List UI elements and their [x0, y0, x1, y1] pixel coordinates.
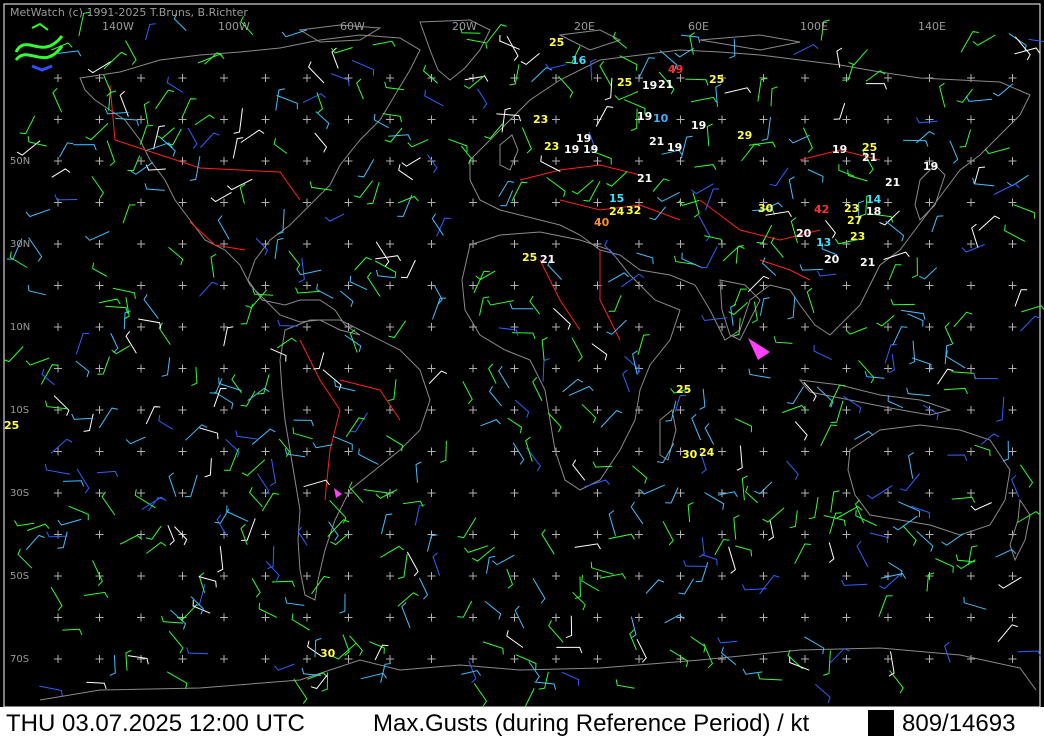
longitude-label: 140W: [102, 20, 134, 33]
gust-value[interactable]: 49: [668, 63, 683, 76]
gust-value[interactable]: 25: [709, 73, 724, 86]
longitude-label: 100W: [218, 20, 250, 33]
gust-value[interactable]: 19: [667, 141, 682, 154]
gust-value[interactable]: 13: [816, 236, 831, 249]
latitude-label: 50N: [10, 156, 31, 167]
gust-value[interactable]: 21: [862, 151, 877, 164]
latitude-label: 50S: [10, 571, 30, 582]
gust-value[interactable]: 10: [653, 112, 668, 125]
gust-value[interactable]: 24: [609, 205, 624, 218]
copyright-label: MetWatch (c) 1991-2025 T.Bruns, B.Richte…: [10, 6, 248, 19]
latitude-label: 30N: [10, 239, 31, 250]
gust-value[interactable]: 25: [549, 36, 564, 49]
gust-value[interactable]: 20: [824, 253, 839, 266]
gust-value[interactable]: 25: [522, 251, 537, 264]
gust-value[interactable]: 30: [320, 647, 335, 660]
gust-value[interactable]: 21: [658, 78, 673, 91]
gust-value[interactable]: 16: [571, 54, 586, 67]
valid-datetime: THU 03.07.2025 12:00 UTC: [6, 710, 305, 737]
latitude-label: 30S: [10, 488, 30, 499]
latitude-label: 70S: [10, 654, 30, 665]
gust-value[interactable]: 30: [682, 448, 697, 461]
longitude-label: 100E: [800, 20, 828, 33]
gust-value[interactable]: 29: [737, 129, 752, 142]
gust-value[interactable]: 19: [923, 160, 938, 173]
gust-value[interactable]: 30: [758, 202, 773, 215]
gust-value[interactable]: 19: [637, 110, 652, 123]
gust-value[interactable]: 25: [4, 419, 19, 432]
gust-value[interactable]: 42: [814, 203, 829, 216]
color-swatch: [868, 710, 894, 736]
gust-value[interactable]: 21: [885, 176, 900, 189]
metwatch-logo: [12, 22, 66, 76]
longitude-label: 20W: [452, 20, 477, 33]
map-canvas[interactable]: [0, 0, 1044, 707]
longitude-label: 20E: [574, 20, 595, 33]
gust-value[interactable]: 21: [637, 172, 652, 185]
gust-value[interactable]: 19: [564, 143, 579, 156]
gust-value[interactable]: 23: [544, 140, 559, 153]
gust-value[interactable]: 23: [533, 113, 548, 126]
gust-value[interactable]: 21: [649, 135, 664, 148]
status-bar: THU 03.07.2025 12:00 UTC Max.Gusts (duri…: [0, 707, 1044, 740]
gust-value[interactable]: 20: [796, 227, 811, 240]
longitude-label: 60W: [340, 20, 365, 33]
gust-value[interactable]: 21: [860, 256, 875, 269]
gust-value[interactable]: 19: [691, 119, 706, 132]
map-background: [0, 0, 1044, 707]
latitude-label: 10N: [10, 322, 31, 333]
gust-value[interactable]: 24: [699, 446, 714, 459]
longitude-label: 60E: [688, 20, 709, 33]
gust-value[interactable]: 32: [626, 204, 641, 217]
gust-value[interactable]: 27: [847, 214, 862, 227]
gust-value[interactable]: 19: [832, 143, 847, 156]
station-count: 809/14693: [902, 710, 1016, 737]
gust-value[interactable]: 14: [866, 193, 881, 206]
gust-value[interactable]: 19: [642, 79, 657, 92]
gust-value[interactable]: 21: [540, 253, 555, 266]
parameter-label: Max.Gusts (during Reference Period) / kt: [373, 710, 810, 737]
latitude-label: 10S: [10, 405, 30, 416]
gust-value[interactable]: 23: [850, 230, 865, 243]
map-viewport[interactable]: MetWatch (c) 1991-2025 T.Bruns, B.Richte…: [0, 0, 1044, 740]
gust-value[interactable]: 25: [676, 383, 691, 396]
gust-value[interactable]: 18: [866, 205, 881, 218]
gust-value[interactable]: 19: [583, 143, 598, 156]
gust-value[interactable]: 15: [609, 192, 624, 205]
gust-value[interactable]: 40: [594, 216, 609, 229]
gust-value[interactable]: 25: [617, 76, 632, 89]
longitude-label: 140E: [918, 20, 946, 33]
